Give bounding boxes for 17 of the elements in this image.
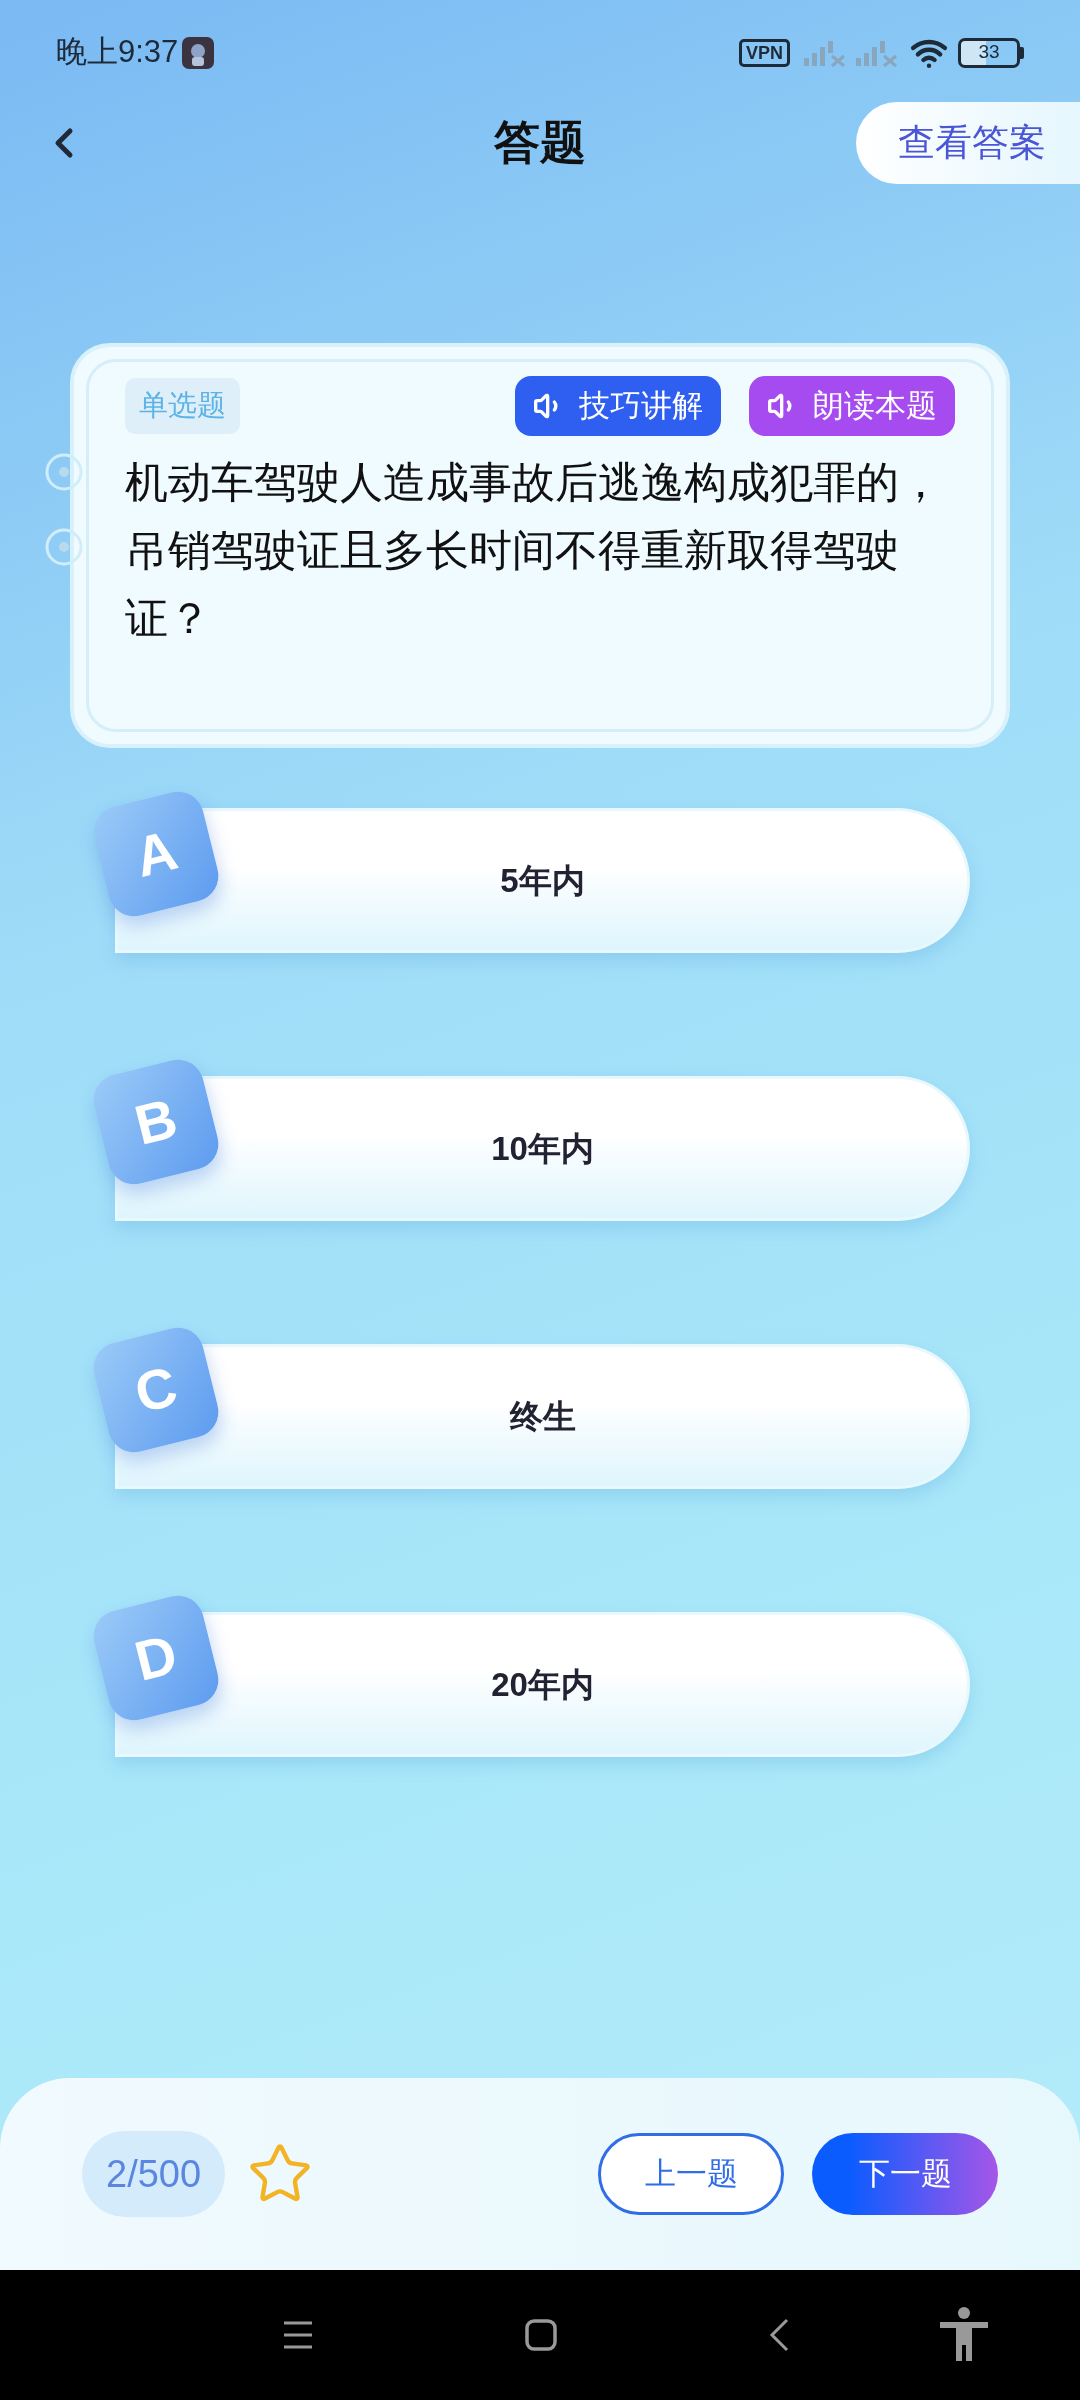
view-answer-button[interactable]: 查看答案 [856, 101, 1080, 184]
previous-button[interactable]: 上一题 [598, 2133, 784, 2215]
back-nav-icon[interactable] [768, 2317, 790, 2353]
question-type-tag: 单选题 [125, 378, 240, 434]
page-title: 答题 [494, 115, 586, 170]
question-text: 机动车驾驶人造成事故后逃逸构成犯罪的，吊销驾驶证且多长时间不得重新取得驾驶证？ [125, 457, 943, 644]
accessibility-icon[interactable] [938, 2307, 990, 2363]
battery-indicator: 33 [958, 37, 1020, 68]
audio-button[interactable]: 朗读本题 [749, 376, 955, 436]
home-icon[interactable] [524, 2318, 558, 2352]
status-time: 晚上9:37 [56, 33, 179, 72]
app-icon [182, 36, 215, 69]
vpn-indicator: VPN [739, 38, 790, 67]
next-button[interactable]: 下一题 [812, 2133, 998, 2215]
audio-button[interactable]: 技巧讲解 [515, 376, 721, 436]
progress-counter: 2/500 [82, 2131, 226, 2217]
menu-icon[interactable] [282, 2320, 314, 2350]
